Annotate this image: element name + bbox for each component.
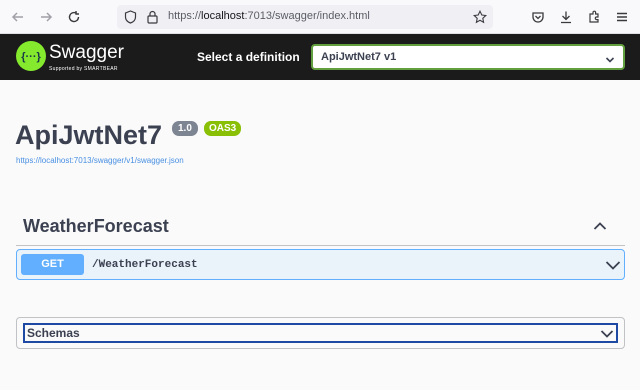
chevron-down-icon[interactable] (600, 327, 614, 345)
operation-path: /WeatherForecast (92, 259, 198, 271)
url-text: https://localhost:7013/swagger/index.htm… (168, 10, 370, 22)
definition-select-value: ApiJwtNet7 v1 (321, 51, 397, 63)
chevron-down-icon[interactable] (605, 258, 621, 276)
swagger-topbar: {···} Swagger Supported by SMARTBEAR Sel… (0, 34, 640, 80)
version-badge: 1.0 (172, 121, 198, 136)
address-bar[interactable]: https://localhost:7013/swagger/index.htm… (117, 5, 493, 29)
forward-icon[interactable] (36, 7, 56, 27)
schemas-section: Schemas (16, 317, 625, 349)
back-icon[interactable] (8, 7, 28, 27)
menu-icon[interactable] (612, 7, 632, 27)
extensions-icon[interactable] (584, 7, 604, 27)
chevron-down-icon (605, 52, 615, 70)
tag-header-weatherforecast[interactable]: WeatherForecast (16, 205, 625, 246)
svg-text:{···}: {···} (21, 51, 41, 63)
url-path: :7013/swagger/index.html (244, 10, 370, 22)
shield-icon[interactable] (124, 10, 137, 29)
lock-icon[interactable] (147, 10, 158, 29)
download-icon[interactable] (556, 7, 576, 27)
pocket-icon[interactable] (528, 7, 548, 27)
schemas-toggle[interactable]: Schemas (23, 323, 618, 343)
star-icon[interactable] (472, 9, 488, 29)
tag-title: WeatherForecast (23, 216, 169, 236)
url-scheme: https:// (168, 10, 202, 22)
swagger-logo-icon[interactable]: {···} (16, 41, 46, 71)
swagger-logo-subtitle: Supported by SMARTBEAR (49, 66, 118, 72)
spec-url-link[interactable]: https://localhost:7013/swagger/v1/swagge… (16, 156, 184, 165)
browser-toolbar: https://localhost:7013/swagger/index.htm… (0, 0, 640, 34)
api-title: ApiJwtNet7 (15, 120, 163, 150)
operation-get-weatherforecast[interactable]: GET /WeatherForecast (16, 249, 625, 280)
swagger-logo-title[interactable]: Swagger (49, 42, 124, 64)
method-badge: GET (21, 254, 84, 275)
chevron-up-icon[interactable] (593, 218, 607, 236)
oas-badge: OAS3 (204, 121, 242, 136)
reload-icon[interactable] (64, 7, 84, 27)
url-host: localhost (201, 10, 245, 22)
definition-label: Select a definition (197, 50, 300, 64)
definition-select[interactable]: ApiJwtNet7 v1 (311, 44, 625, 70)
schemas-label: Schemas (27, 326, 80, 340)
